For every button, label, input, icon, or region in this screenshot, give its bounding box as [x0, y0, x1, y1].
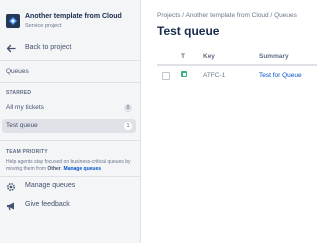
give-feedback-label: Give feedback: [25, 201, 70, 208]
issue-key[interactable]: ATFC-1: [203, 72, 225, 79]
column-header-key[interactable]: Key: [203, 53, 215, 60]
breadcrumb-separator: /: [270, 12, 273, 19]
team-priority-description: Help agents stay focused on business-cri…: [6, 159, 138, 173]
column-header-type[interactable]: T: [181, 53, 185, 60]
count-badge: 0: [124, 104, 132, 112]
queues-heading: Queues: [6, 68, 29, 75]
divider: [0, 82, 141, 83]
manage-queues-link[interactable]: Manage queues: [64, 166, 102, 172]
gear-icon: [7, 183, 15, 191]
breadcrumb-projects[interactable]: Projects: [157, 12, 180, 19]
back-to-project-label: Back to project: [25, 44, 72, 51]
manage-queues-label: Manage queues: [25, 182, 76, 189]
project-name: Another template from Cloud: [25, 13, 122, 20]
megaphone-icon: [7, 202, 14, 211]
project-avatar-icon: [6, 14, 20, 28]
issue-summary[interactable]: Test for Queue: [259, 72, 302, 79]
divider: [0, 176, 141, 177]
table-header-divider: [157, 64, 317, 66]
divider: [0, 140, 141, 141]
column-header-summary[interactable]: Summary: [259, 53, 289, 60]
sidebar-item-test-queue[interactable]: Test queue 1: [2, 119, 136, 133]
project-type: Service project: [25, 23, 62, 29]
divider: [0, 60, 141, 61]
team-priority-heading: TEAM PRIORITY: [6, 149, 48, 155]
row-checkbox[interactable]: [162, 72, 170, 80]
back-arrow-icon: [6, 44, 16, 53]
breadcrumb-project[interactable]: Another template from Cloud: [186, 12, 269, 19]
sidebar-item-all-my-tickets[interactable]: All my tickets 0: [2, 101, 136, 115]
breadcrumb-separator: /: [182, 12, 185, 19]
breadcrumb-queues[interactable]: Queues: [274, 12, 297, 19]
breadcrumb: Projects / Another template from Cloud /…: [157, 12, 297, 19]
sidebar-item-label: Test queue: [6, 122, 38, 129]
page-title: Test queue: [157, 24, 220, 38]
sidebar: Another template from Cloud Service proj…: [0, 0, 141, 243]
starred-heading: STARRED: [6, 90, 32, 96]
project-header[interactable]: Another template from Cloud Service proj…: [6, 13, 139, 34]
priority-text-other: Other: [47, 166, 61, 172]
count-badge: 1: [124, 122, 132, 130]
sidebar-item-label: All my tickets: [6, 104, 44, 111]
task-type-icon: [181, 71, 187, 77]
